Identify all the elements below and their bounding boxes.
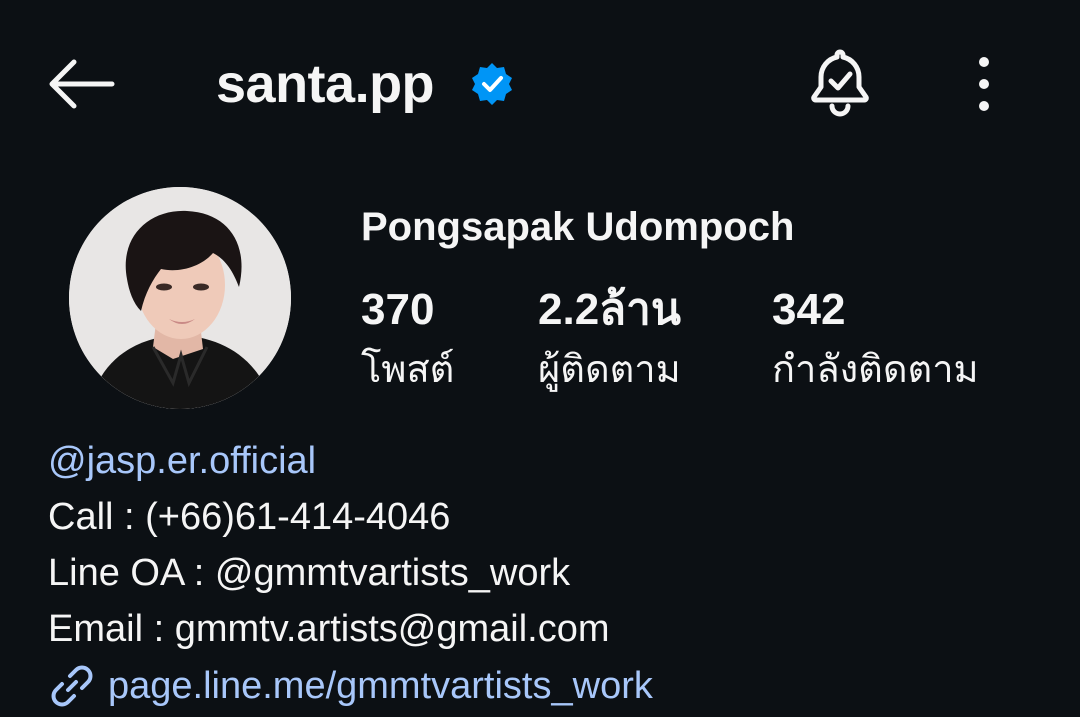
following-count: 342 [772, 285, 846, 334]
bell-check-icon [811, 49, 869, 117]
bio-call-text: Call : (+66)61-414-4046 [48, 496, 451, 538]
bio-line-oa-text: Line OA : @gmmtvartists_work [48, 552, 571, 594]
bio-link-text: page.line.me/gmmtvartists_work [108, 665, 653, 707]
posts-label: โพสต์ [361, 349, 455, 391]
bio-mention-link[interactable]: @jasp.er.official [48, 438, 316, 484]
bio-external-link[interactable]: page.line.me/gmmtvartists_work [48, 662, 653, 710]
posts-stat[interactable]: 370 โพสต์ [361, 286, 454, 392]
followers-stat[interactable]: 2.2ล้าน ผู้ติดตาม [538, 286, 681, 392]
avatar-photo [69, 187, 291, 409]
back-button[interactable] [44, 52, 124, 116]
verified-badge-icon [472, 63, 512, 105]
profile-full-name: Pongsapak Udompoch [361, 205, 795, 249]
more-vertical-icon [979, 57, 989, 111]
notifications-button[interactable] [804, 46, 876, 118]
link-icon [51, 665, 93, 707]
followers-count: 2.2ล้าน [538, 285, 681, 334]
back-arrow-icon [49, 59, 115, 109]
profile-username: santa.pp [216, 54, 435, 114]
following-label: กำลังติดตาม [772, 349, 979, 391]
following-stat[interactable]: 342 กำลังติดตาม [772, 286, 979, 392]
bio-email-text: Email : gmmtv.artists@gmail.com [48, 608, 610, 650]
more-options-button[interactable] [964, 52, 1004, 116]
profile-avatar[interactable] [69, 187, 291, 409]
followers-label: ผู้ติดตาม [538, 349, 681, 391]
profile-screen: santa.pp Pongsapak Udompoch 370 โพสต์ 2.… [0, 0, 1080, 717]
posts-count: 370 [361, 285, 435, 334]
